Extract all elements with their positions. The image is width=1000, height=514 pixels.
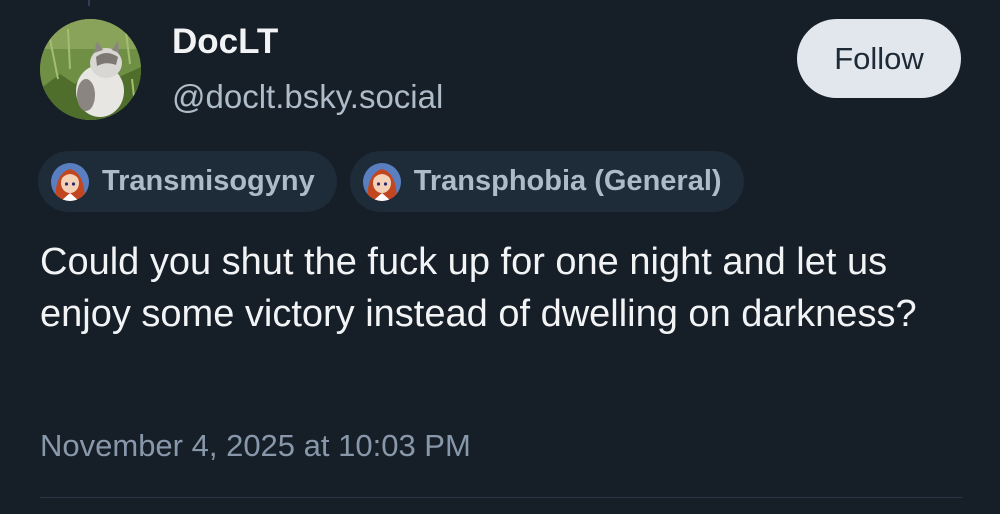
thread-connector-line	[88, 0, 90, 6]
post-timestamp[interactable]: November 4, 2025 at 10:03 PM	[40, 428, 471, 464]
divider	[40, 497, 962, 498]
label-pill-transphobia-general[interactable]: Transphobia (General)	[349, 151, 744, 212]
label-text: Transphobia (General)	[413, 165, 722, 197]
anime-character-avatar-icon	[362, 162, 401, 201]
author-handle[interactable]: @doclt.bsky.social	[172, 78, 443, 116]
author-avatar[interactable]	[40, 19, 141, 120]
moderation-labels: Transmisogyny Transphobia (General)	[38, 151, 744, 212]
follow-button[interactable]: Follow	[797, 19, 961, 98]
author-display-name[interactable]: DocLT	[172, 22, 278, 62]
label-pill-transmisogyny[interactable]: Transmisogyny	[38, 151, 337, 212]
cat-photo-avatar-icon	[40, 19, 141, 120]
post-body-text: Could you shut the fuck up for one night…	[40, 241, 917, 335]
label-text: Transmisogyny	[102, 165, 315, 197]
anime-character-avatar-icon	[51, 162, 89, 201]
